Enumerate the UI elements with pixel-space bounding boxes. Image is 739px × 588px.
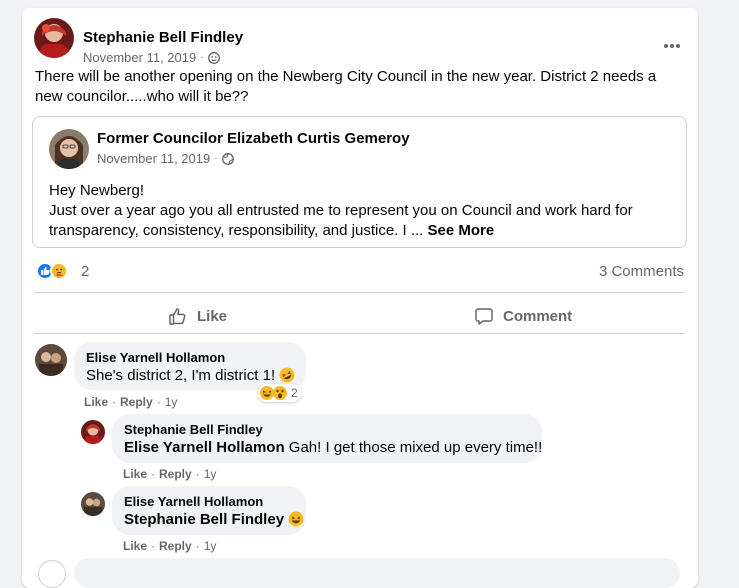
reply-like-link[interactable]: Like (123, 467, 147, 481)
divider (34, 333, 684, 334)
comment-actions: Like · Reply · 1y (84, 395, 178, 409)
more-options-button[interactable] (660, 34, 684, 58)
reply-text-row: Stephanie Bell Findley (124, 510, 304, 530)
comment-input[interactable] (74, 558, 680, 588)
divider (34, 292, 684, 293)
comment-button[interactable]: Comment (474, 298, 572, 334)
reply-author[interactable]: Elise Yarnell Hollamon (124, 494, 294, 510)
post-meta: November 11, 2019 · (83, 50, 220, 65)
shared-text-line2: Just over a year ago you all entrusted m… (49, 202, 633, 239)
shared-text-body: Just over a year ago you all entrusted m… (49, 201, 674, 241)
reply-age[interactable]: 1y (204, 539, 217, 553)
comment-button-label: Comment (503, 307, 573, 325)
reply-author-avatar[interactable] (81, 420, 105, 444)
comment-reaction-count: 2 (291, 386, 298, 400)
shared-text-line1: Hey Newberg! (49, 182, 145, 199)
reply-actions: Like · Reply · 1y (123, 539, 217, 553)
comment-text-row: She's district 2, I'm district 1! (86, 366, 295, 386)
reply-author-avatar[interactable] (81, 492, 105, 516)
commenter-avatar[interactable] (35, 344, 67, 376)
mention-tag[interactable]: Elise Yarnell Hollamon (124, 439, 285, 456)
friends-icon (207, 51, 220, 64)
see-more-link[interactable]: See More (428, 222, 495, 239)
reply-reply-link[interactable]: Reply (159, 467, 192, 481)
comment-like-link[interactable]: Like (84, 395, 108, 409)
comment-bubble: Elise Yarnell Hollamon She's district 2,… (74, 342, 306, 390)
comment-reactions[interactable]: 2 (258, 384, 301, 402)
meta-separator: · (214, 153, 218, 164)
rofl-emoji-icon (279, 367, 295, 383)
care-icon (50, 262, 68, 280)
laughing-emoji-icon (288, 511, 304, 527)
reply-bubble: Elise Yarnell Hollamon Stephanie Bell Fi… (112, 486, 306, 535)
like-button[interactable]: Like (168, 298, 227, 334)
author-avatar[interactable] (34, 18, 74, 58)
comments-count[interactable]: 3 Comments (599, 263, 684, 280)
reply-reply-link[interactable]: Reply (159, 539, 192, 553)
reply-like-link[interactable]: Like (123, 539, 147, 553)
comment-text: She's district 2, I'm district 1! (86, 367, 276, 384)
post-author-name[interactable]: Stephanie Bell Findley (83, 29, 243, 46)
comment-author[interactable]: Elise Yarnell Hollamon (86, 350, 294, 366)
post-card: Stephanie Bell Findley November 11, 2019… (22, 8, 698, 588)
mention-tag[interactable]: Stephanie Bell Findley (124, 511, 284, 528)
your-avatar[interactable] (38, 560, 66, 588)
post-date[interactable]: November 11, 2019 (83, 50, 196, 65)
reply-author[interactable]: Stephanie Bell Findley (124, 422, 530, 438)
comment-reply-link[interactable]: Reply (120, 395, 153, 409)
post-header: Stephanie Bell Findley November 11, 2019… (34, 18, 684, 65)
shared-date[interactable]: November 11, 2019 (97, 151, 210, 166)
thumbs-up-icon (169, 308, 186, 325)
post-text: There will be another opening on the New… (35, 68, 657, 105)
ellipsis-icon (664, 44, 680, 48)
shared-post[interactable]: Former Councilor Elizabeth Curtis Gemero… (32, 116, 687, 248)
shared-text: Hey Newberg! Just over a year ago you al… (49, 181, 674, 241)
reply-text: Gah! I get those mixed up every time!! (288, 439, 543, 456)
reply-bubble: Stephanie Bell Findley Elise Yarnell Hol… (112, 414, 542, 463)
wow-emoji-icon (273, 386, 287, 400)
shared-author-avatar[interactable] (49, 129, 89, 169)
reply-actions: Like · Reply · 1y (123, 467, 217, 481)
reaction-icons[interactable] (36, 262, 68, 280)
like-button-label: Like (197, 307, 228, 325)
shared-meta: November 11, 2019 · (97, 151, 234, 166)
shared-author-name[interactable]: Former Councilor Elizabeth Curtis Gemero… (97, 130, 410, 147)
comment-age[interactable]: 1y (165, 395, 178, 409)
meta-separator: · (200, 52, 204, 63)
reaction-count[interactable]: 2 (81, 263, 89, 280)
reply-age[interactable]: 1y (204, 467, 217, 481)
comment-icon (475, 308, 493, 325)
globe-icon (221, 152, 234, 165)
reply-text-row: Elise Yarnell Hollamon Gah! I get those … (124, 438, 542, 458)
reactions-summary: 2 3 Comments (36, 261, 684, 283)
